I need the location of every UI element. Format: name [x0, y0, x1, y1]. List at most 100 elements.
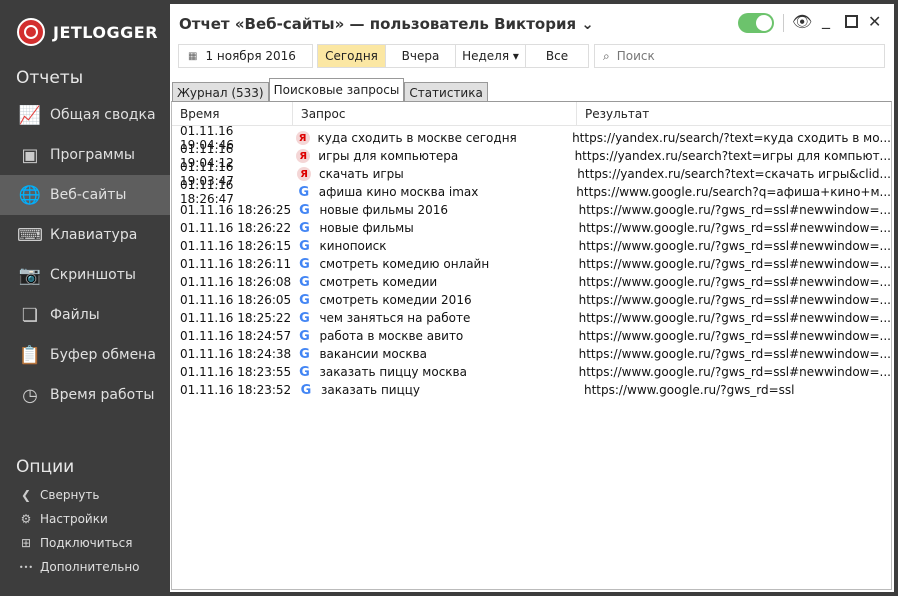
table-row[interactable]: 01.11.16 18:23:55 Gзаказать пиццу москва h…	[172, 363, 891, 381]
table-row[interactable]: 01.11.16 18:26:22 Gновые фильмы https://ww…	[172, 219, 891, 237]
row-query: афиша кино москва imax	[318, 185, 479, 199]
row-time: 01.11.16 18:23:52	[180, 383, 292, 397]
eye-icon[interactable]: 👁	[792, 12, 812, 31]
sidebar-item[interactable]: ◷ Время работы	[0, 375, 170, 415]
header-time[interactable]: Время	[172, 102, 293, 125]
google-icon: G	[298, 184, 310, 200]
row-time: 01.11.16 18:24:57	[180, 329, 292, 343]
table-row[interactable]: 01.11.16 18:24:57 Gработа в москве авито h…	[172, 327, 891, 345]
option-item[interactable]: ⊞ Подключиться	[18, 531, 168, 555]
table-row[interactable]: 01.11.16 18:26:08 Gсмотреть комедии https:…	[172, 273, 891, 291]
files-icon: ❏	[21, 304, 39, 326]
clipboard-icon: 📋	[18, 344, 42, 366]
row-result: https://www.google.ru/?gws_rd=ssl#newwin…	[578, 275, 891, 289]
google-icon: G	[299, 346, 310, 362]
table-row[interactable]: 01.11.16 18:26:11 Gсмотреть комедию онлай…	[172, 255, 891, 273]
search-icon: ⌕	[603, 48, 610, 63]
google-icon: G	[300, 382, 312, 398]
tab-journal[interactable]: Журнал (533)	[172, 82, 269, 102]
tabs: Журнал (533) Поисковые запросы Статистик…	[172, 78, 488, 102]
date-picker[interactable]: ▦ 1 ноября 2016	[178, 44, 313, 68]
sidebar-item[interactable]: 📋 Буфер обмена	[0, 335, 170, 375]
row-query: вакансии москва	[319, 347, 428, 361]
calendar-icon: ▦	[188, 50, 198, 62]
row-query: куда сходить в москве сегодня	[317, 131, 517, 145]
options-nav: ❮ Свернуть ⚙ Настройки ⊞ Подключиться ••• Допол…	[18, 483, 168, 579]
sidebar-item[interactable]: ⌨ Клавиатура	[0, 215, 170, 255]
option-label: Свернуть	[40, 488, 100, 502]
row-time: 01.11.16 18:26:11	[180, 257, 292, 271]
row-query: смотреть комедии	[319, 275, 438, 289]
row-query: смотреть комедии 2016	[319, 293, 472, 307]
reports-nav: 📈 Общая сводка ▣ Программы 🌐 Веб-сайты ⌨ Клавиа…	[0, 95, 170, 415]
period-today[interactable]: Сегодня	[318, 45, 386, 67]
search-placeholder: Поиск	[616, 49, 655, 63]
sidebar-item-label: Клавиатура	[50, 227, 138, 243]
option-label: Дополнительно	[40, 560, 140, 574]
table-row[interactable]: 01.11.16 18:26:15 Gкинопоиск https://www.g…	[172, 237, 891, 255]
www-icon: 🌐	[18, 184, 42, 206]
option-label: Подключиться	[40, 536, 133, 550]
table-row[interactable]: 01.11.16 18:24:38 Gвакансии москва https:/…	[172, 345, 891, 363]
table-row[interactable]: 01.11.16 18:23:52 Gзаказать пиццу https://…	[172, 381, 891, 399]
header-query[interactable]: Запрос	[293, 102, 577, 125]
logo-icon	[17, 18, 45, 46]
period-week[interactable]: Неделя ▾	[456, 45, 526, 67]
sidebar-item[interactable]: ❏ Файлы	[0, 295, 170, 335]
google-icon: G	[299, 220, 310, 236]
row-time: 01.11.16 18:24:38	[180, 347, 292, 361]
divider	[783, 14, 784, 32]
row-query: работа в москве авито	[319, 329, 464, 343]
sidebar-item[interactable]: 🌐 Веб-сайты	[0, 175, 170, 215]
tab-statistics[interactable]: Статистика	[404, 82, 488, 102]
programs-icon: ▣	[21, 144, 39, 166]
row-result: https://www.google.ru/?gws_rd=ssl#newwin…	[578, 347, 891, 361]
chevron-left-icon: ❮	[20, 488, 32, 502]
row-query: чем заняться на работе	[319, 311, 471, 325]
row-result: https://www.google.ru/?gws_rd=ssl#newwin…	[578, 239, 891, 253]
option-item[interactable]: ❮ Свернуть	[18, 483, 168, 507]
tab-search-queries[interactable]: Поисковые запросы	[268, 78, 405, 102]
yandex-icon: Я	[295, 131, 310, 145]
sidebar-item-label: Буфер обмена	[50, 347, 156, 363]
google-icon: G	[299, 256, 310, 272]
sidebar-item-label: Файлы	[50, 307, 100, 323]
row-result: https://www.google.ru/?gws_rd=ssl#newwin…	[578, 311, 891, 325]
row-query: заказать пиццу	[321, 383, 421, 397]
date-value: 1 ноября 2016	[205, 49, 296, 63]
page-title[interactable]: Отчет «Веб-сайты» — пользователь Виктори…	[179, 15, 594, 33]
logo-text: JETLOGGER	[53, 22, 159, 42]
table-row[interactable]: 01.11.16 18:25:22 Gчем заняться на работе…	[172, 309, 891, 327]
row-time: 01.11.16 18:25:22	[180, 311, 292, 325]
row-time: 01.11.16 18:26:47	[180, 178, 234, 206]
google-icon: G	[299, 364, 310, 380]
close-icon[interactable]: ✕	[868, 12, 881, 31]
period-all[interactable]: Все	[526, 45, 588, 67]
minimize-icon[interactable]: _	[822, 10, 830, 29]
row-result: https://www.google.ru/?gws_rd=ssl#newwin…	[578, 329, 891, 343]
connect-icon: ⊞	[20, 536, 32, 550]
sidebar-item[interactable]: ▣ Программы	[0, 135, 170, 175]
google-icon: G	[299, 328, 310, 344]
row-result: https://www.google.ru/?gws_rd=ssl#newwin…	[578, 365, 891, 379]
maximize-icon[interactable]	[845, 15, 858, 28]
row-result: https://www.google.ru/?gws_rd=ssl#newwin…	[578, 203, 891, 217]
keyboard-icon: ⌨	[17, 224, 43, 246]
row-result: https://yandex.ru/search/?text=куда сход…	[572, 131, 891, 145]
logo: JETLOGGER	[17, 18, 158, 46]
table-row[interactable]: 01.11.16 18:26:25 Gновые фильмы 2016 https…	[172, 201, 891, 219]
option-item[interactable]: ⚙ Настройки	[18, 507, 168, 531]
table-row[interactable]: 01.11.16 18:26:05 Gсмотреть комедии 2016 h…	[172, 291, 891, 309]
row-query: скачать игры	[319, 167, 404, 181]
row-result: https://yandex.ru/search?text=скачать иг…	[577, 167, 891, 181]
option-item[interactable]: ••• Дополнительно	[18, 555, 168, 579]
monitoring-toggle[interactable]	[738, 13, 774, 33]
table-row[interactable]: 01.11.16 18:26:47 Gафиша кино москва imax…	[172, 178, 891, 206]
row-result: https://www.google.ru/?gws_rd=ssl	[584, 383, 795, 397]
google-icon: G	[299, 238, 310, 254]
header-result[interactable]: Результат	[577, 102, 891, 125]
search-input[interactable]: ⌕ Поиск	[594, 44, 885, 68]
sidebar-item[interactable]: 📈 Общая сводка	[0, 95, 170, 135]
period-yesterday[interactable]: Вчера	[386, 45, 456, 67]
sidebar-item[interactable]: 📷 Скриншоты	[0, 255, 170, 295]
